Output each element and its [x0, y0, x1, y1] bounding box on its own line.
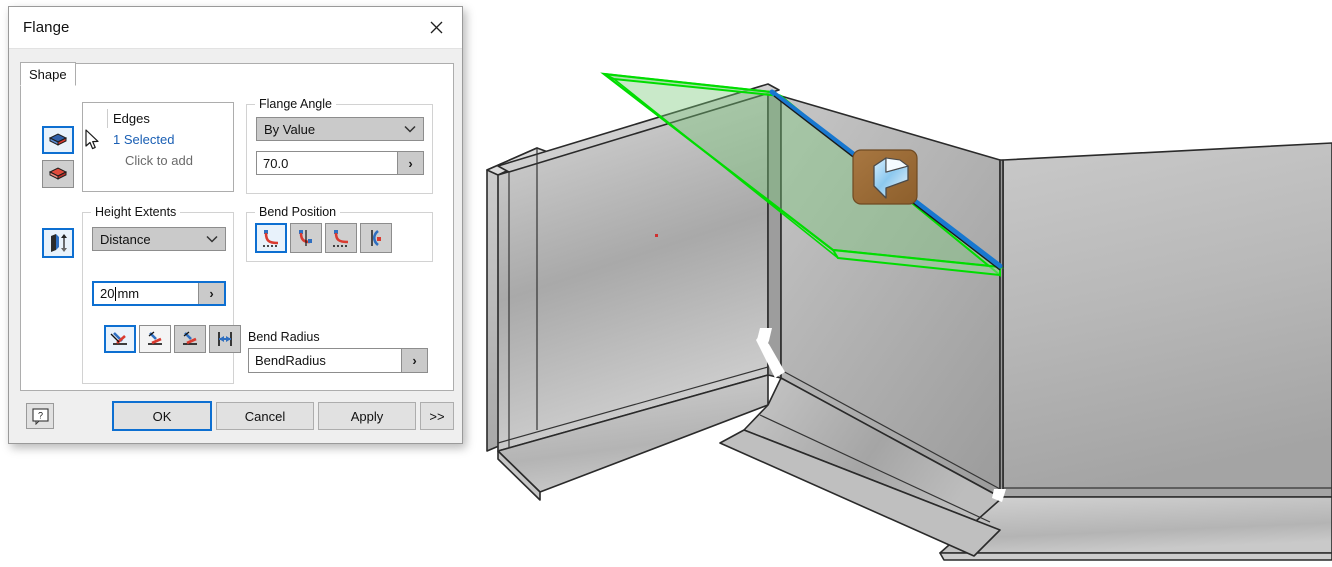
- more-options-button[interactable]: >>: [420, 402, 454, 430]
- edges-header: Edges: [113, 111, 150, 126]
- edges-click-to-add[interactable]: Click to add: [125, 153, 193, 168]
- bend-position-group: Bend Position: [246, 205, 433, 262]
- bend-radius-input[interactable]: BendRadius ›: [248, 348, 428, 373]
- bend-tangent-icon[interactable]: [325, 223, 357, 253]
- height-extents-value-input[interactable]: 20 mm ›: [92, 281, 226, 306]
- height-extents-legend: Height Extents: [91, 205, 181, 219]
- height-extents-group: Height Extents Distance 20 mm ›: [82, 205, 241, 384]
- shape-tab-page: Edges 1 Selected Click to add Flange Ang…: [20, 63, 454, 391]
- edges-divider: [107, 109, 108, 128]
- height-inside-face-icon[interactable]: [104, 325, 136, 353]
- height-outside-face-icon[interactable]: [139, 325, 171, 353]
- bend-radius-label: Bend Radius: [248, 330, 320, 344]
- edges-selection-box[interactable]: Edges 1 Selected Click to add: [82, 102, 234, 192]
- flange-angle-group: Flange Angle By Value 70.0 ›: [246, 97, 433, 194]
- bend-position-legend: Bend Position: [255, 205, 341, 219]
- height-extents-expand-button[interactable]: ›: [198, 283, 224, 304]
- bend-radius-expand-button[interactable]: ›: [401, 349, 427, 372]
- apply-button[interactable]: Apply: [318, 402, 416, 430]
- height-extents-mode-select[interactable]: Distance: [92, 227, 226, 251]
- chevron-down-icon: [397, 125, 423, 133]
- flange-dialog[interactable]: Flange Shape Unfold Options Bend Corner: [8, 6, 463, 444]
- svg-text:?: ?: [37, 410, 42, 420]
- flange-angle-value-input[interactable]: 70.0 ›: [256, 151, 424, 175]
- bend-radius-value: BendRadius: [255, 353, 326, 368]
- edge-select-single-icon[interactable]: [42, 126, 74, 154]
- flange-angle-value: 70.0: [263, 155, 289, 171]
- edge-select-chain-icon[interactable]: [42, 160, 74, 188]
- ok-button[interactable]: OK: [112, 401, 212, 431]
- height-datum-icon[interactable]: [42, 228, 74, 258]
- height-extents-mode-value: Distance: [100, 231, 151, 247]
- flange-angle-expand-button[interactable]: ›: [397, 152, 423, 174]
- origin-marker: [655, 234, 658, 237]
- edges-selected-count[interactable]: 1 Selected: [113, 132, 174, 147]
- tab-shape[interactable]: Shape: [20, 62, 76, 86]
- dialog-footer: ? OK Cancel Apply >>: [9, 391, 462, 443]
- height-tangent-icon[interactable]: [174, 325, 206, 353]
- help-button[interactable]: ?: [26, 403, 54, 429]
- close-icon[interactable]: [416, 11, 456, 45]
- flange-angle-mode-select[interactable]: By Value: [256, 117, 424, 141]
- dialog-title: Flange: [23, 19, 70, 36]
- flange-angle-mode-value: By Value: [264, 121, 316, 137]
- height-extents-value-suffix: mm: [117, 286, 140, 301]
- height-offset-icon[interactable]: [209, 325, 241, 353]
- bend-inside-face-icon[interactable]: [255, 223, 287, 253]
- height-extents-value: 20 mm: [94, 286, 198, 301]
- flange-angle-legend: Flange Angle: [255, 97, 336, 111]
- flange-preview-cursor-icon: [852, 149, 918, 205]
- height-extents-value-prefix: 20: [100, 286, 115, 301]
- bend-from-edge-icon[interactable]: [360, 223, 392, 253]
- bend-outside-face-icon[interactable]: [290, 223, 322, 253]
- cancel-button[interactable]: Cancel: [216, 402, 314, 430]
- chevron-down-icon: [199, 235, 225, 243]
- dialog-titlebar[interactable]: Flange: [9, 7, 462, 49]
